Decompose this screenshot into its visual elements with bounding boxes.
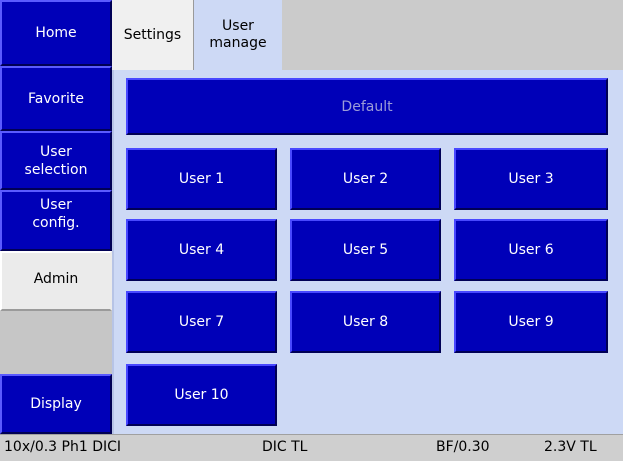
user-3-label: User 3: [508, 171, 554, 187]
status-bar: 10x/0.3 Ph1 DICI DIC TL BF/0.30 2.3V TL: [0, 434, 623, 461]
user-4-label: User 4: [178, 242, 225, 258]
user-6-label: User 6: [508, 242, 554, 258]
nav-user-config-button[interactable]: User config.: [0, 190, 112, 251]
nav-user-selection-button[interactable]: User selection: [0, 131, 112, 190]
user-3-button[interactable]: User 3: [454, 148, 608, 210]
nav-home-label: Home: [35, 25, 77, 41]
user-2-button[interactable]: User 2: [290, 148, 441, 210]
tab-settings[interactable]: Settings: [112, 0, 194, 70]
tab-settings-label: Settings: [123, 26, 182, 43]
nav-empty-slot: [0, 311, 112, 374]
tab-user-manage-label-line1: User: [222, 18, 254, 34]
user-8-button[interactable]: User 8: [290, 291, 441, 353]
nav-favorite-label: Favorite: [28, 90, 84, 107]
nav-home-button[interactable]: Home: [0, 0, 112, 66]
user-2-label: User 2: [342, 171, 389, 187]
nav-user-selection-label-line2: selection: [24, 161, 88, 178]
user-5-label: User 5: [342, 242, 389, 258]
user-5-button[interactable]: User 5: [290, 219, 441, 281]
nav-admin-label: Admin: [33, 271, 79, 287]
user-10-button[interactable]: User 10: [126, 364, 277, 426]
nav-favorite-button[interactable]: Favorite: [0, 66, 112, 131]
user-8-label: User 8: [342, 314, 389, 330]
user-4-button[interactable]: User 4: [126, 219, 277, 281]
user-9-label: User 9: [508, 314, 554, 330]
nav-user-selection-label-line1: User: [40, 143, 72, 160]
user-10-label: User 10: [174, 387, 229, 403]
user-1-label: User 1: [178, 171, 225, 187]
default-user-label: Default: [341, 98, 393, 115]
default-user-button[interactable]: Default: [126, 78, 608, 135]
status-bf: BF/0.30: [436, 439, 490, 455]
nav-display-label: Display: [30, 396, 82, 412]
nav-display-button[interactable]: Display: [0, 374, 112, 434]
nav-user-config-label-line1: User: [40, 197, 72, 213]
user-7-button[interactable]: User 7: [126, 291, 277, 353]
user-7-label: User 7: [178, 314, 225, 330]
user-6-button[interactable]: User 6: [454, 219, 608, 281]
tab-user-manage[interactable]: User manage: [194, 0, 282, 70]
tab-user-manage-label-line2: manage: [209, 35, 267, 51]
nav-admin-button[interactable]: Admin: [0, 251, 112, 311]
nav-user-config-label-line2: config.: [32, 215, 80, 231]
status-lamp: 2.3V TL: [544, 439, 597, 455]
tab-bar: Settings User manage: [112, 0, 623, 70]
user-1-button[interactable]: User 1: [126, 148, 277, 210]
user-9-button[interactable]: User 9: [454, 291, 608, 353]
status-dic: DIC TL: [262, 439, 308, 455]
status-objective: 10x/0.3 Ph1 DICI: [4, 439, 122, 455]
